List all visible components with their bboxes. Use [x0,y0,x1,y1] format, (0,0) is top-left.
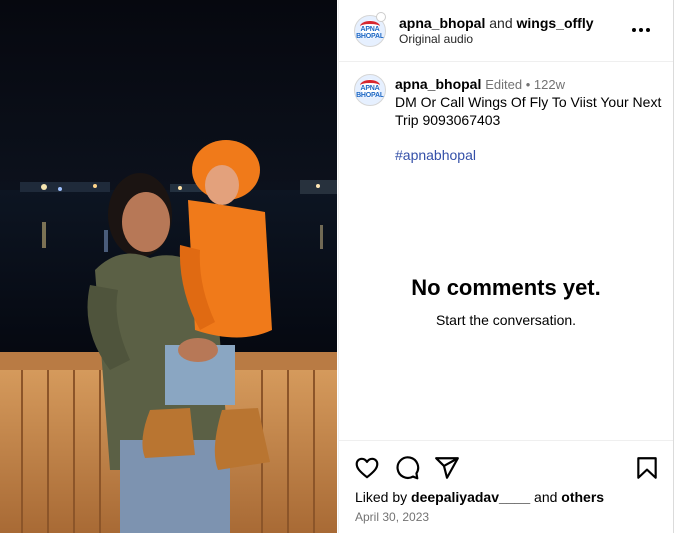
save-button[interactable] [634,455,660,481]
like-button[interactable] [354,455,380,481]
post-date[interactable]: April 30, 2023 [355,510,429,524]
audio-link[interactable]: Original audio [399,32,473,46]
liked-by-and: and [534,489,558,505]
more-options-button[interactable] [629,20,653,40]
bookmark-icon [637,457,657,479]
caption-username[interactable]: apna_bhopal [395,76,481,92]
post-side-panel: APNA BHOPAL apna_bhopal and wings_offly … [338,0,674,533]
no-comments-subtitle: Start the conversation. [435,312,577,328]
liked-by: Liked by deepaliyadav____ and others [355,489,604,505]
avatar-logo-text: APNA BHOPAL [356,26,384,40]
comment-icon [396,456,420,480]
instagram-post: APNA BHOPAL apna_bhopal and wings_offly … [0,0,676,533]
liked-by-others[interactable]: others [561,489,604,505]
caption-meta: Edited • 122w [485,77,565,92]
liked-by-user[interactable]: deepaliyadav____ [411,489,530,505]
caption-text: DM Or Call Wings Of Fly To Viist Your Ne… [395,94,662,128]
action-bar: Liked by deepaliyadav____ and others Apr… [339,440,673,533]
caption-header: apna_bhopal Edited • 122w [395,75,565,94]
post-authors: apna_bhopal and wings_offly [399,14,594,32]
post-photo[interactable] [0,0,337,533]
avatar-logo-text: APNA BHOPAL [356,85,384,99]
more-horizontal-icon [632,28,650,32]
photo-scene [0,0,337,533]
post-header: APNA BHOPAL apna_bhopal and wings_offly … [339,0,673,62]
comment-button[interactable] [394,455,420,481]
share-button[interactable] [434,455,460,481]
owner-username[interactable]: apna_bhopal [399,15,485,31]
authors-conjunction: and [489,15,513,31]
collaborator-avatar[interactable] [376,12,386,22]
heart-icon [355,457,379,479]
no-comments-title: No comments yet. [411,275,601,300]
share-icon [435,457,459,479]
caption-avatar[interactable]: APNA BHOPAL [354,74,386,106]
collaborator-username[interactable]: wings_offly [517,15,594,31]
caption-hashtag[interactable]: #apnabhopal [395,147,476,163]
liked-by-prefix: Liked by [355,489,408,505]
